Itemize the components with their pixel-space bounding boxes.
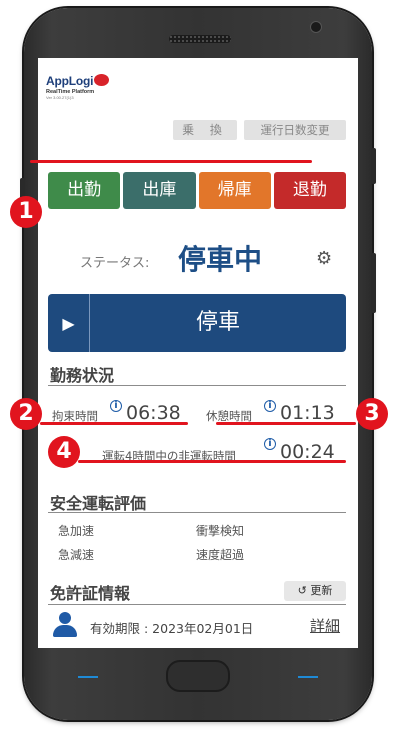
play-icon[interactable]: ▶ (48, 294, 90, 352)
front-camera (311, 22, 321, 32)
license-title: 免許証情報 (50, 584, 131, 603)
eval-sudden-accel: 急加速 (58, 524, 95, 538)
status-row: ステータス: 停車中 ⚙ (38, 238, 358, 278)
highlight-underline-4 (78, 460, 346, 463)
marker-4: 4 (48, 436, 80, 468)
stop-status-bar[interactable]: ▶ 停車 (48, 294, 346, 352)
status-value: 停車中 (178, 243, 263, 276)
logo-wordmark: AppLogi (46, 74, 94, 88)
marker-3: 3 (356, 398, 388, 430)
eval-impact-detect: 衝撃検知 (196, 524, 245, 538)
nav-menu-indicator[interactable] (298, 676, 318, 678)
status-label: ステータス: (80, 256, 150, 271)
safety-eval-title: 安全運転評価 (50, 494, 147, 513)
section-divider (48, 385, 346, 386)
highlight-underline-3 (216, 422, 356, 425)
info-icon[interactable]: i (110, 400, 122, 412)
app-logo: AppLogi RealTime Platform Ver 3.00.27(1)… (46, 70, 110, 100)
restraint-time-value: 06:38 (126, 402, 181, 424)
logo-version: Ver 3.00.27(1)3 (46, 95, 74, 100)
side-button (371, 253, 376, 313)
clock-out-button[interactable]: 退勤 (273, 172, 346, 209)
stop-label: 停車 (195, 310, 240, 335)
home-button[interactable] (166, 660, 230, 692)
section-divider (48, 604, 346, 605)
refresh-button[interactable]: ↺ 更新 (284, 581, 346, 601)
rest-time-value: 01:13 (280, 402, 335, 424)
eval-sudden-decel: 急減速 (58, 548, 95, 562)
highlight-underline-1 (30, 160, 312, 163)
info-icon[interactable]: i (264, 438, 276, 450)
license-expiry: 有効期限 : 2023年02月01日 (90, 621, 254, 636)
marker-1: 1 (10, 196, 42, 228)
change-days-button[interactable]: 運行日数変更 (244, 120, 346, 140)
detail-link[interactable]: 詳細 (310, 615, 340, 636)
gear-icon[interactable]: ⚙ (316, 248, 332, 269)
section-divider (48, 512, 346, 513)
marker-2: 2 (10, 398, 42, 430)
action-buttons: 出勤 出庫 帰庫 退勤 (48, 172, 346, 209)
speaker-grille (169, 35, 231, 43)
info-icon[interactable]: i (264, 400, 276, 412)
eval-speeding: 速度超過 (196, 548, 245, 562)
transfer-button[interactable]: 乗 換 (173, 120, 237, 140)
highlight-underline-2 (40, 422, 188, 425)
phone-frame: AppLogi RealTime Platform Ver 3.00.27(1)… (20, 8, 376, 720)
clock-in-button[interactable]: 出勤 (48, 172, 121, 209)
logo-badge-icon (94, 74, 110, 86)
work-status-title: 勤務状況 (50, 366, 115, 385)
app-screen: AppLogi RealTime Platform Ver 3.00.27(1)… (38, 58, 358, 648)
nav-back-indicator[interactable] (78, 676, 98, 678)
power-button (371, 148, 376, 184)
depart-garage-button[interactable]: 出庫 (123, 172, 196, 209)
return-garage-button[interactable]: 帰庫 (198, 172, 271, 209)
person-icon (52, 612, 78, 638)
